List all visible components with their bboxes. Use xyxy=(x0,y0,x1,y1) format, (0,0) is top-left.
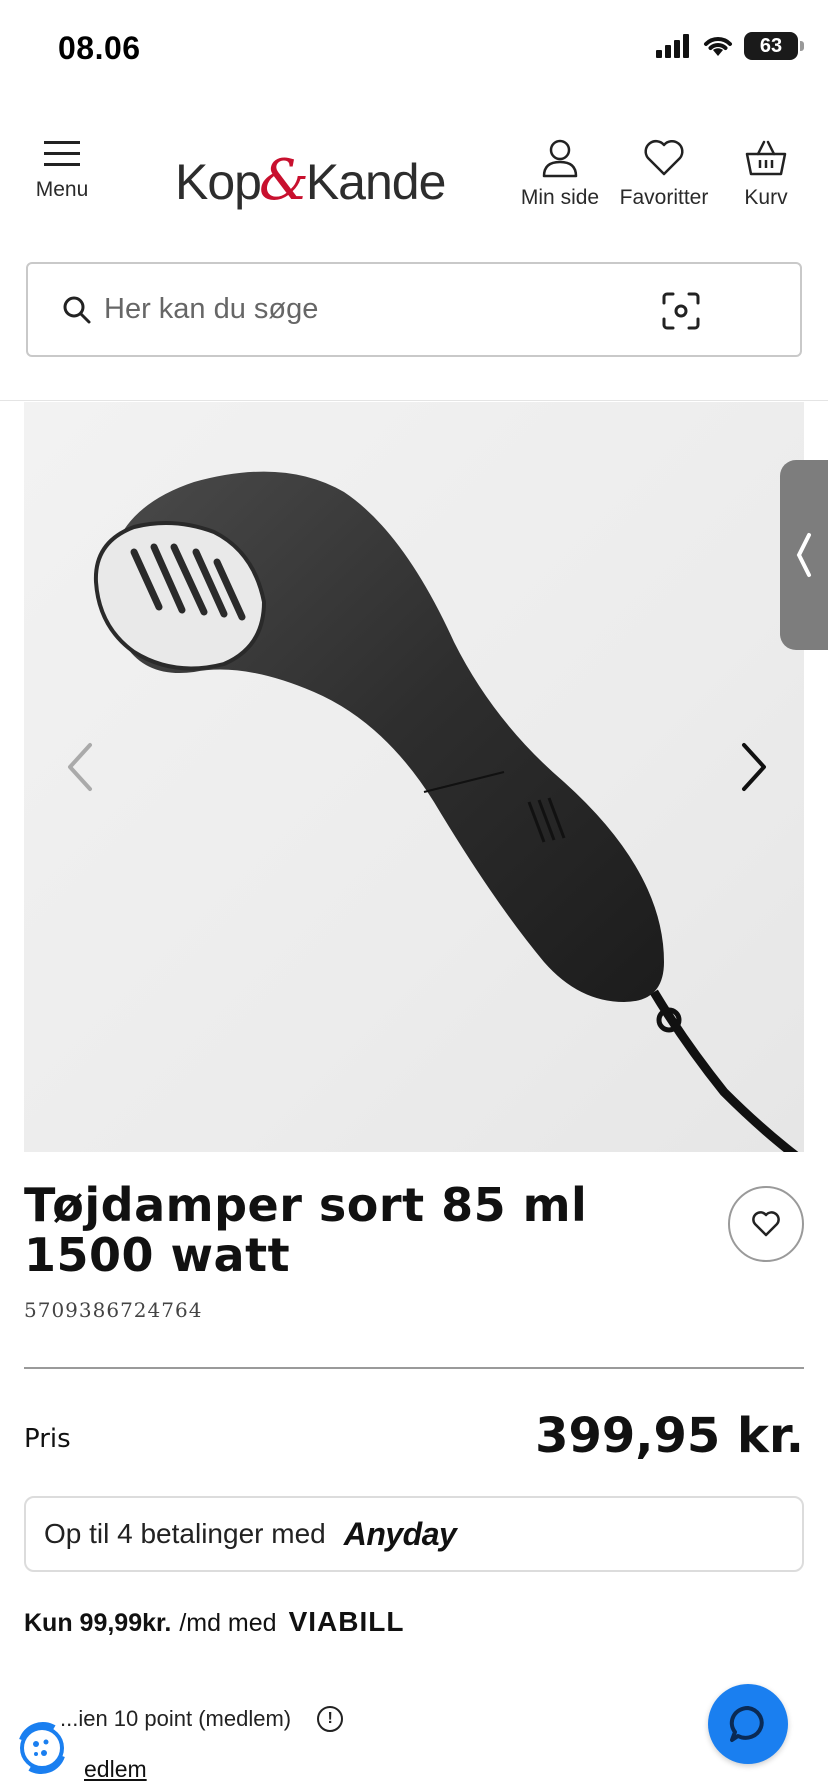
site-logo[interactable]: Kop&Kande xyxy=(175,148,447,213)
side-drawer-tab[interactable] xyxy=(780,460,828,650)
anyday-text: Op til 4 betalinger med xyxy=(44,1518,326,1549)
account-button[interactable]: Min side xyxy=(512,138,608,210)
anyday-logo: Anyday xyxy=(343,1515,457,1552)
favorites-button[interactable]: Favoritter xyxy=(612,138,716,210)
status-time: 08.06 xyxy=(58,30,141,66)
become-member-link[interactable]: edlem xyxy=(84,1756,147,1783)
user-icon xyxy=(542,139,578,178)
status-icons: 63 xyxy=(656,32,804,60)
search-bar xyxy=(26,262,802,357)
price-value: 399,95 kr. xyxy=(535,1408,804,1464)
cookie-settings-icon[interactable] xyxy=(14,1720,70,1776)
price-divider xyxy=(24,1367,804,1369)
hamburger-icon xyxy=(44,141,80,166)
gallery-previous-icon[interactable] xyxy=(60,737,100,797)
product-sku: 5709386724764 xyxy=(24,1298,203,1322)
viabill-offer[interactable]: Kun 99,99kr. /md med VIABILL xyxy=(24,1606,404,1638)
account-label: Min side xyxy=(520,186,600,209)
gallery-next-icon[interactable] xyxy=(734,737,774,797)
viabill-mid-text: /md med xyxy=(179,1609,277,1637)
logo-text-left: Kop xyxy=(175,154,262,210)
chevron-left-icon xyxy=(796,533,811,577)
battery-icon: 63 xyxy=(744,32,804,60)
chat-bubble-icon xyxy=(729,1705,764,1742)
product-image-gallery[interactable] xyxy=(24,402,804,1152)
site-header: Menu Kop&Kande Min side Favoritter Kurv xyxy=(0,120,828,230)
wifi-icon xyxy=(704,37,732,56)
search-icon xyxy=(63,296,91,323)
image-search-scan-icon[interactable] xyxy=(662,292,700,330)
info-icon[interactable]: ! xyxy=(317,1706,344,1732)
points-text: ...ien 10 point (medlem) xyxy=(60,1706,292,1731)
product-title: Tøjdamper sort 85 ml 1500 watt xyxy=(24,1178,588,1282)
favorites-label: Favoritter xyxy=(619,186,709,209)
status-bar: 08.06 63 xyxy=(0,0,828,100)
header-divider xyxy=(0,400,828,401)
cellular-signal-icon xyxy=(656,34,689,58)
heart-icon xyxy=(752,1211,780,1237)
price-label: Pris xyxy=(24,1424,71,1454)
cart-button[interactable]: Kurv xyxy=(728,138,804,210)
add-to-favorites-button[interactable] xyxy=(728,1186,804,1262)
viabill-logo: VIABILL xyxy=(288,1606,405,1637)
menu-button[interactable]: Menu xyxy=(22,138,102,202)
logo-text-right: Kande xyxy=(305,154,447,210)
search-input[interactable] xyxy=(104,293,624,326)
product-image xyxy=(93,471,799,1152)
anyday-payment-banner[interactable]: Op til 4 betalinger med Anyday xyxy=(24,1496,804,1572)
basket-icon xyxy=(745,140,787,176)
menu-label: Menu xyxy=(35,178,89,201)
heart-icon xyxy=(644,139,684,176)
logo-ampersand: & xyxy=(258,148,309,213)
viabill-price: Kun 99,99kr. xyxy=(24,1609,172,1637)
chat-button[interactable] xyxy=(708,1684,788,1764)
loyalty-points: ...ien 10 point (medlem) ! xyxy=(60,1706,344,1732)
cart-label: Kurv xyxy=(744,186,788,209)
